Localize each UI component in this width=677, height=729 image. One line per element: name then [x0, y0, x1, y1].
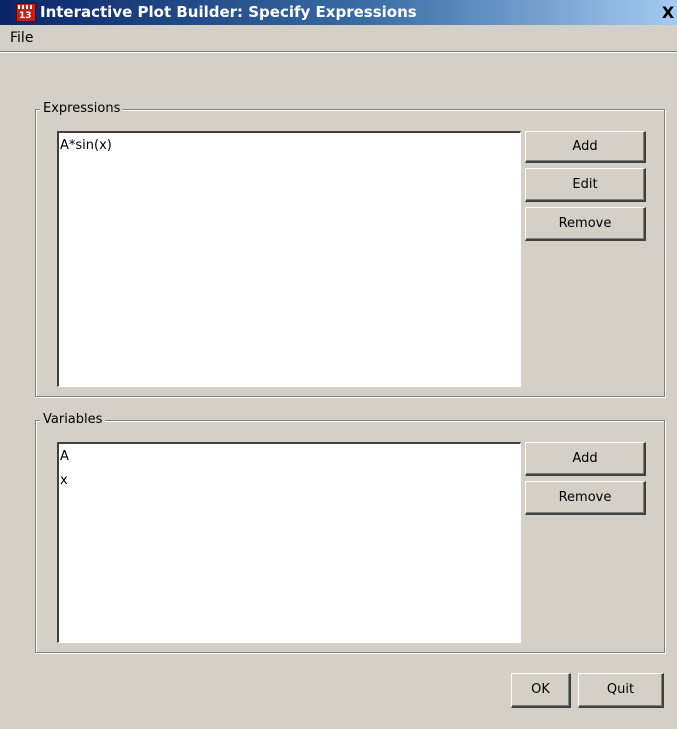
add-variable-button[interactable]: Add — [525, 442, 646, 476]
variable-item[interactable]: A — [59, 444, 520, 465]
edit-expression-button[interactable]: Edit — [525, 168, 646, 202]
close-button[interactable]: X — [659, 4, 677, 21]
ok-button[interactable]: OK — [511, 673, 571, 708]
remove-variable-button[interactable]: Remove — [525, 481, 646, 515]
app-icon-label: 13 — [19, 11, 32, 21]
expressions-group-label: Expressions — [40, 101, 124, 117]
expressions-list[interactable]: A*sin(x) — [57, 131, 521, 387]
variables-list[interactable]: A x — [57, 442, 521, 643]
title-bar[interactable]: 13 Interactive Plot Builder: Specify Exp… — [0, 0, 677, 25]
add-expression-button[interactable]: Add — [525, 131, 646, 163]
expression-item[interactable]: A*sin(x) — [59, 133, 520, 154]
variables-group-label: Variables — [40, 412, 106, 428]
menu-bar: File — [0, 25, 677, 52]
maple-app-icon: 13 — [16, 3, 36, 22]
plot-builder-window: 13 Interactive Plot Builder: Specify Exp… — [0, 0, 677, 729]
menu-file[interactable]: File — [10, 28, 33, 48]
variable-item[interactable]: x — [59, 472, 520, 489]
window-title: Interactive Plot Builder: Specify Expres… — [40, 3, 417, 21]
remove-expression-button[interactable]: Remove — [525, 207, 646, 241]
quit-button[interactable]: Quit — [578, 673, 664, 708]
